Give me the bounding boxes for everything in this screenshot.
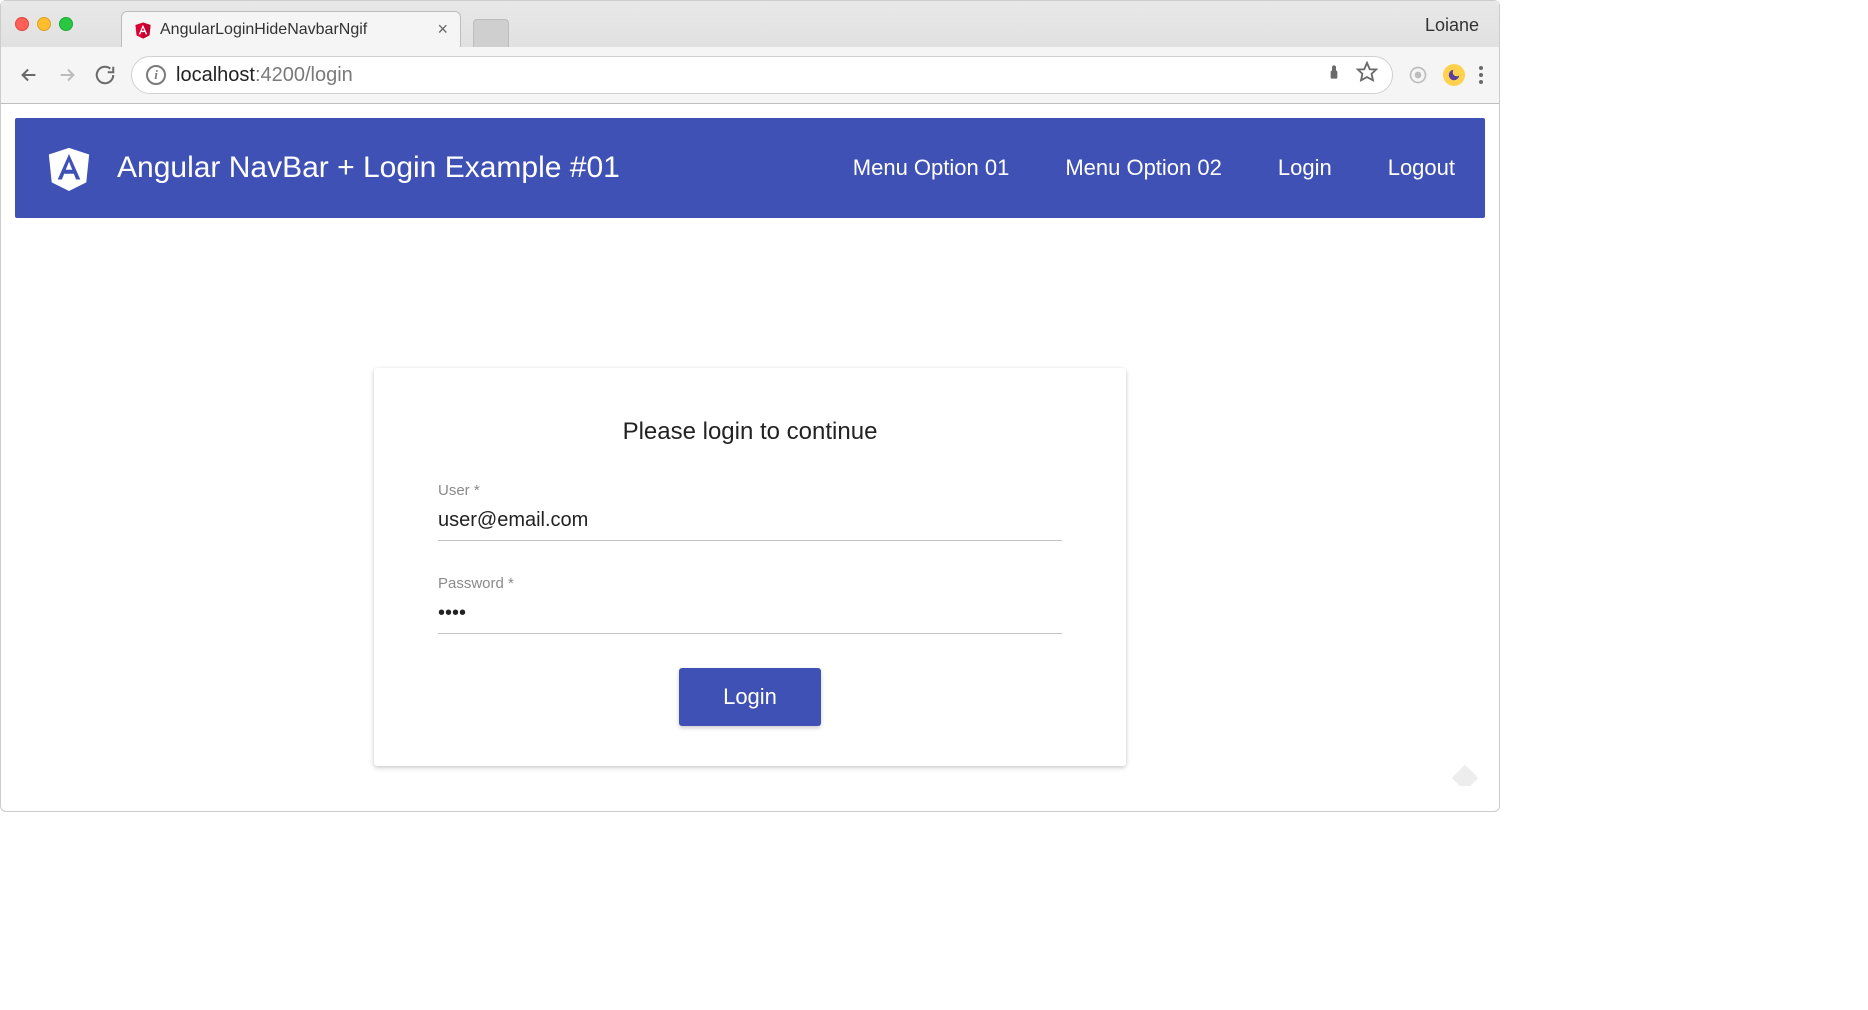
profile-name[interactable]: Loiane [1425,15,1479,36]
back-button[interactable] [17,63,41,87]
user-field: User * [438,482,1062,541]
extension-icon[interactable] [1407,64,1429,86]
url-path: :4200/login [255,64,353,86]
login-card: Please login to continue User * Password… [374,368,1126,766]
browser-menu-button[interactable] [1479,66,1483,84]
feedly-icon[interactable] [1449,762,1481,799]
angular-logo-icon [45,142,93,194]
nav-logout-link[interactable]: Logout [1388,155,1455,181]
new-tab-button[interactable] [473,19,509,47]
address-bar-actions [1326,61,1378,89]
maximize-window-button[interactable] [59,17,73,31]
page-content: Angular NavBar + Login Example #01 Menu … [1,104,1499,780]
navbar-menu: Menu Option 01 Menu Option 02 Login Logo… [853,155,1455,181]
password-label: Password * [438,575,1062,592]
url-text: localhost:4200/login [176,64,353,87]
toolbar: i localhost:4200/login [1,47,1499,103]
tab-title: AngularLoginHideNavbarNgif [160,21,367,39]
password-field: Password * [438,575,1062,634]
login-card-container: Please login to continue User * Password… [15,368,1485,766]
close-window-button[interactable] [15,17,29,31]
address-bar[interactable]: i localhost:4200/login [131,56,1393,94]
nav-menu-option-01[interactable]: Menu Option 01 [853,155,1010,181]
window-controls [15,17,73,31]
user-input[interactable] [438,505,1062,541]
login-button[interactable]: Login [679,668,821,726]
site-info-icon[interactable]: i [146,65,166,85]
minimize-window-button[interactable] [37,17,51,31]
password-input[interactable] [438,598,1062,634]
submit-row: Login [438,668,1062,726]
bookmark-star-icon[interactable] [1356,61,1378,89]
tab-bar: AngularLoginHideNavbarNgif × Loiane [1,1,1499,47]
nav-menu-option-02[interactable]: Menu Option 02 [1065,155,1222,181]
navbar-title: Angular NavBar + Login Example #01 [117,151,853,185]
forward-button[interactable] [55,63,79,87]
app-navbar: Angular NavBar + Login Example #01 Menu … [15,118,1485,218]
angular-icon [134,21,152,39]
browser-chrome: AngularLoginHideNavbarNgif × Loiane i lo… [1,1,1499,104]
nav-login-link[interactable]: Login [1278,155,1332,181]
login-heading: Please login to continue [438,418,1062,446]
reload-button[interactable] [93,63,117,87]
user-label: User * [438,482,1062,499]
url-host: localhost [176,64,255,86]
close-tab-button[interactable]: × [437,19,448,40]
save-password-icon[interactable] [1326,63,1342,87]
browser-tab[interactable]: AngularLoginHideNavbarNgif × [121,11,461,47]
extension-moon-icon[interactable] [1443,64,1465,86]
